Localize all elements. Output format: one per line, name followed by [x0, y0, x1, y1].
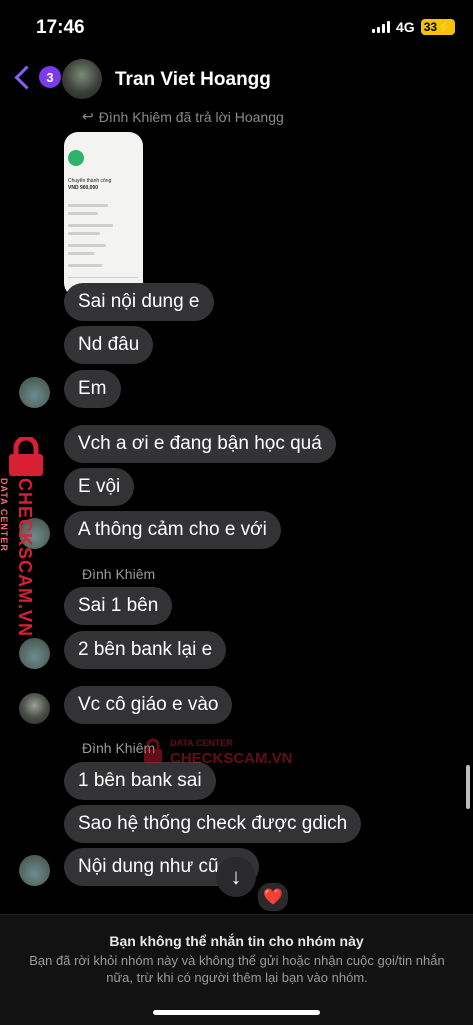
watermark-lock-icon	[144, 738, 162, 763]
image-title: Chuyển thành công	[68, 178, 112, 184]
message-bubble[interactable]: 2 bên bank lại e	[64, 631, 227, 669]
watermark-brand: CHECKSCAM.VN	[170, 750, 293, 767]
message-bubble[interactable]: Em	[64, 370, 121, 408]
reply-context-text: Đình Khiêm đã trả lời Hoangg	[98, 108, 284, 125]
network-label: 4G	[396, 19, 415, 35]
chevron-left-icon	[14, 64, 39, 90]
message-bubble[interactable]: Nd đâu	[64, 326, 154, 364]
status-indicators: 4G 33⚡	[372, 19, 455, 35]
watermark-center: DATA CENTER CHECKSCAM.VN	[142, 736, 293, 766]
home-indicator[interactable]	[153, 1010, 320, 1015]
watermark-lock-icon	[9, 437, 43, 476]
watermark-vertical: CHECKSCAM.VN DATA CENTER	[0, 478, 35, 638]
sender-avatar[interactable]	[19, 855, 50, 886]
sender-name: Đình Khiêm	[82, 566, 156, 582]
sender-avatar[interactable]	[19, 638, 50, 669]
left-group-notice: Bạn không thể nhắn tin cho nhóm này Bạn …	[0, 914, 473, 1025]
watermark-sub: DATA CENTER	[0, 478, 9, 552]
scroll-to-bottom-button[interactable]: ↓	[216, 857, 256, 897]
message-bubble[interactable]: Sai nội dung e	[64, 283, 214, 321]
battery-level: 33	[423, 20, 438, 34]
chat-avatar[interactable]	[62, 59, 102, 99]
notice-body: Bạn đã rời khỏi nhóm này và không thể gử…	[29, 953, 445, 985]
reply-icon: ↩	[82, 108, 94, 124]
status-time: 17:46	[36, 17, 85, 38]
notice-title: Bạn không thể nhắn tin cho nhóm này	[109, 933, 364, 949]
scrollbar[interactable]	[466, 765, 470, 809]
arrow-down-icon: ↓	[230, 864, 242, 889]
message-bubble[interactable]: A thông cảm cho e với	[64, 511, 281, 549]
chat-title[interactable]: Tran Viet Hoangg	[115, 69, 271, 91]
watermark-sub: DATA CENTER	[170, 738, 233, 748]
message-bubble[interactable]: Sai 1 bên	[64, 587, 173, 625]
watermark-brand: CHECKSCAM.VN	[15, 478, 35, 638]
sender-avatar[interactable]	[19, 693, 50, 724]
message-bubble[interactable]: Vch a ơi e đang bận học quá	[64, 425, 336, 463]
image-amount: VND 900,000	[68, 185, 99, 191]
unread-badge: 3	[39, 66, 61, 88]
battery-icon: 33⚡	[420, 19, 455, 35]
message-bubble[interactable]: 1 bên bank sai	[64, 762, 216, 800]
heart-reaction[interactable]: ❤️	[256, 881, 290, 913]
message-bubble[interactable]: Sao hệ thống check được gdich	[64, 805, 362, 843]
sender-avatar[interactable]	[19, 377, 50, 408]
message-image[interactable]: Chuyển thành công VND 900,000	[64, 132, 143, 297]
signal-icon	[372, 21, 390, 33]
success-check-icon	[68, 150, 84, 166]
message-bubble[interactable]: E vội	[64, 468, 135, 506]
reply-context: ↩ Đình Khiêm đã trả lời Hoangg	[82, 108, 284, 125]
back-button[interactable]: 3	[12, 64, 61, 90]
message-bubble[interactable]: Vc cô giáo e vào	[64, 686, 233, 724]
